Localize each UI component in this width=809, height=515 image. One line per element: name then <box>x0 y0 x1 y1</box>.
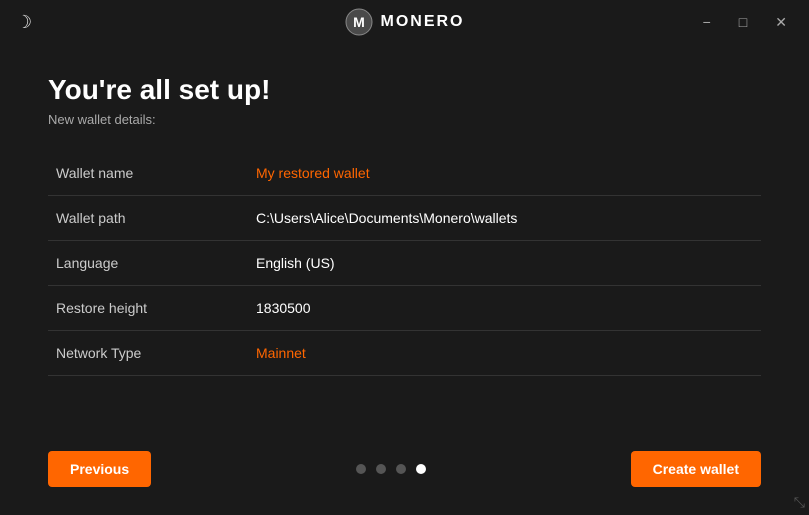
detail-label: Wallet path <box>48 196 248 241</box>
pagination-dots <box>356 464 426 474</box>
pagination-dot <box>376 464 386 474</box>
detail-value: C:\Users\Alice\Documents\Monero\wallets <box>248 196 761 241</box>
pagination-dot <box>416 464 426 474</box>
detail-value: Mainnet <box>248 331 761 376</box>
footer: Previous Create wallet <box>0 431 809 515</box>
detail-value: My restored wallet <box>248 151 761 196</box>
titlebar-controls: − □ ✕ <box>697 13 793 31</box>
app-title: MONERO <box>381 13 465 31</box>
close-button[interactable]: ✕ <box>769 13 793 31</box>
detail-label: Wallet name <box>48 151 248 196</box>
titlebar-center: M MONERO <box>345 8 465 36</box>
page-subtitle: New wallet details: <box>48 112 761 127</box>
table-row: Wallet nameMy restored wallet <box>48 151 761 196</box>
create-wallet-button[interactable]: Create wallet <box>631 451 761 487</box>
monero-logo-icon: M <box>345 8 373 36</box>
detail-value: 1830500 <box>248 286 761 331</box>
minimize-button[interactable]: − <box>697 13 717 31</box>
wallet-details-table: Wallet nameMy restored walletWallet path… <box>48 151 761 376</box>
page-title: You're all set up! <box>48 74 761 106</box>
svg-text:M: M <box>353 14 365 30</box>
table-row: Restore height1830500 <box>48 286 761 331</box>
main-content: You're all set up! New wallet details: W… <box>0 44 809 396</box>
pagination-dot <box>356 464 366 474</box>
previous-button[interactable]: Previous <box>48 451 151 487</box>
detail-value: English (US) <box>248 241 761 286</box>
detail-label: Network Type <box>48 331 248 376</box>
moon-icon: ☽ <box>16 12 32 33</box>
pagination-dot <box>396 464 406 474</box>
table-row: LanguageEnglish (US) <box>48 241 761 286</box>
table-row: Wallet pathC:\Users\Alice\Documents\Mone… <box>48 196 761 241</box>
titlebar-left: ☽ <box>16 12 32 33</box>
resize-handle[interactable]: ⤡ <box>794 494 805 511</box>
detail-label: Restore height <box>48 286 248 331</box>
detail-label: Language <box>48 241 248 286</box>
maximize-button[interactable]: □ <box>733 13 753 31</box>
table-row: Network TypeMainnet <box>48 331 761 376</box>
titlebar: ☽ M MONERO − □ ✕ <box>0 0 809 44</box>
